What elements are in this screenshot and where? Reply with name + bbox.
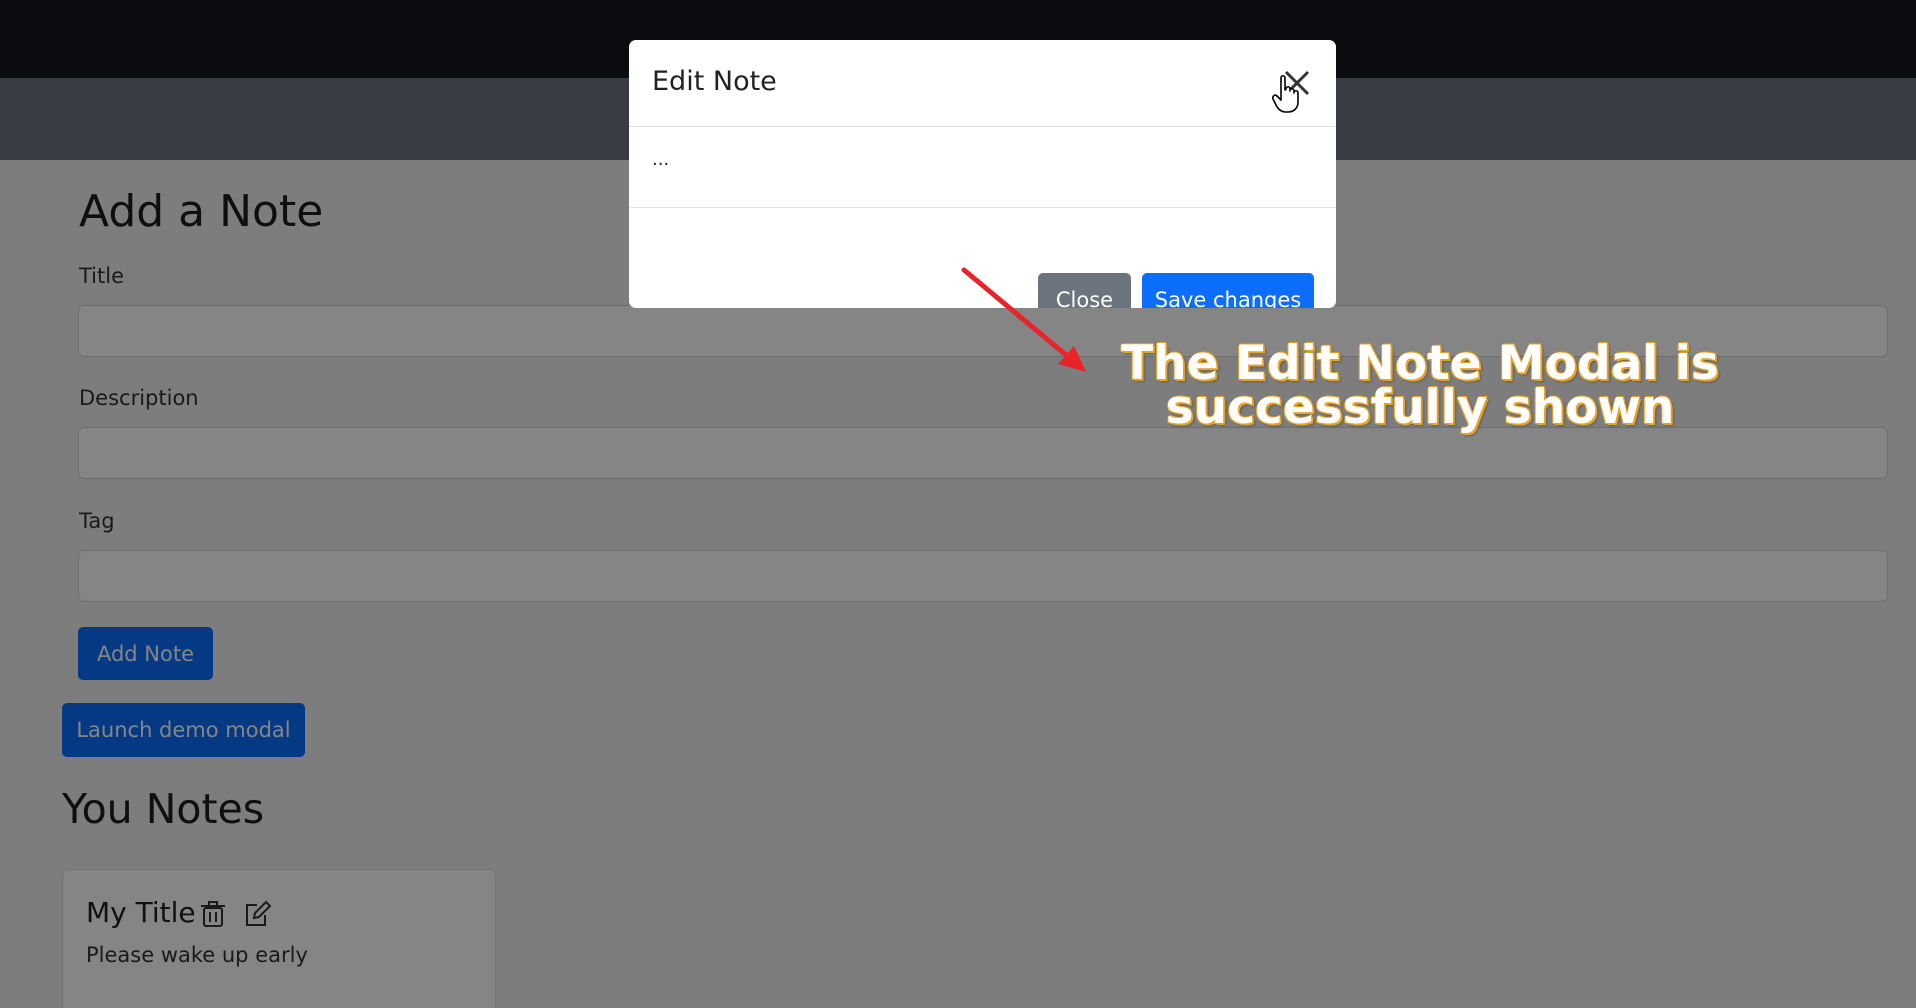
save-changes-button[interactable]: Save changes [1142,273,1314,308]
modal-title: Edit Note [652,66,777,97]
hand-cursor-icon [1272,74,1299,113]
annotation-text: The Edit Note Modal is successfully show… [1110,340,1730,435]
modal-body-text: ... [652,149,670,170]
modal-header: Edit Note [629,40,1336,127]
modal-body: ... [629,127,1336,208]
screen: Add a Note Title Description Tag Add Not… [0,0,1916,1008]
annotation-arrow [961,267,1086,372]
annotation-line-2: successfully shown [1165,380,1675,435]
